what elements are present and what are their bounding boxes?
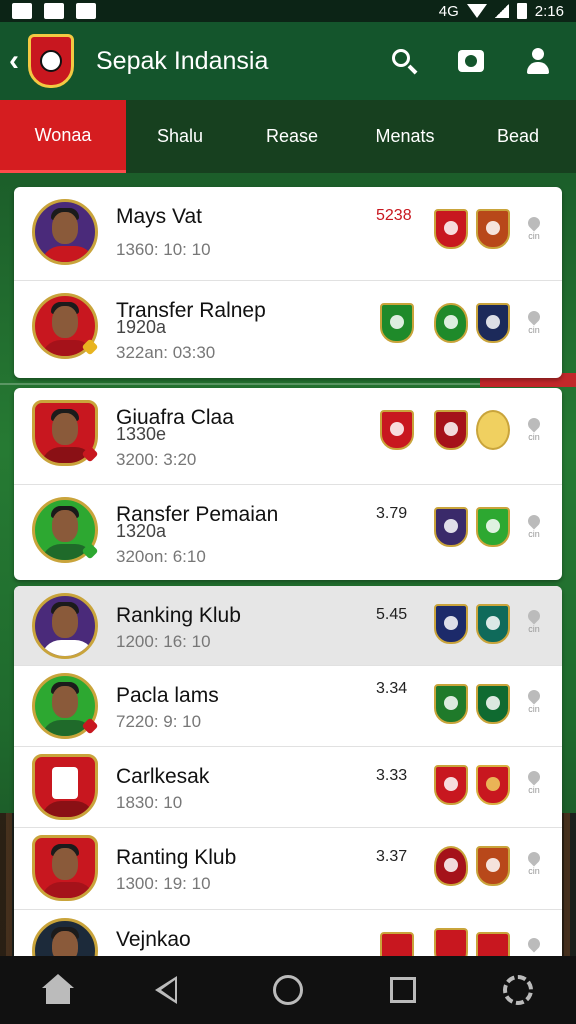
- item-time: 322an: 03:30: [116, 343, 216, 362]
- more-options-icon[interactable]: cin: [525, 512, 543, 543]
- team-crest: [434, 303, 468, 343]
- item-subtitle: 1920a: [116, 317, 167, 337]
- item-time: 3200: 3:20: [116, 450, 197, 469]
- clock: 2:16: [534, 2, 564, 20]
- more-options-icon[interactable]: cin: [525, 214, 543, 245]
- team-crest: [434, 209, 468, 249]
- battery-icon: [516, 3, 527, 19]
- player-avatar: [32, 835, 98, 901]
- team-crest: [476, 765, 510, 805]
- item-score: 3.37: [376, 848, 408, 865]
- nav-home-circle-icon[interactable]: [270, 972, 306, 1008]
- team-crest: [380, 410, 414, 450]
- player-avatar: [32, 593, 98, 659]
- list-item[interactable]: Ransfer Pemaian 1320a 320on: 6:10 3.79 c…: [14, 485, 562, 580]
- wifi-icon: [466, 4, 487, 18]
- list-item[interactable]: Ranking Klub 1200: 16: 10 5.45 cin: [14, 586, 562, 666]
- tab-rease[interactable]: Rease: [234, 100, 350, 173]
- tab-menats[interactable]: Menats: [350, 100, 460, 173]
- list-item[interactable]: Mays Vat 1360: 10: 10 5238 cin: [14, 187, 562, 281]
- item-subtitle: 1330e: [116, 424, 167, 444]
- item-time: 1300: 19: 10: [116, 874, 211, 893]
- back-arrow-icon[interactable]: ‹: [0, 44, 28, 78]
- item-time: 320on: 6:10: [116, 547, 206, 566]
- item-score: 3.33: [376, 767, 408, 784]
- list-item[interactable]: Giuafra Claa 1330e 3200: 3:20 cin: [14, 388, 562, 485]
- notification-icon: [12, 3, 32, 19]
- notification-icon: [76, 3, 96, 19]
- player-avatar: [32, 199, 98, 265]
- team-crest: [476, 209, 510, 249]
- club-logo: [28, 34, 74, 88]
- search-icon[interactable]: [390, 47, 418, 75]
- team-crest: [434, 684, 468, 724]
- item-title: Carlkesak: [116, 765, 210, 788]
- more-options-icon[interactable]: cin: [525, 849, 543, 880]
- news-card: Mays Vat 1360: 10: 10 5238 cin Transfer …: [14, 187, 562, 378]
- home-icon[interactable]: [40, 972, 76, 1008]
- page-title: Sepak Indansia: [96, 46, 269, 75]
- more-options-icon[interactable]: cin: [525, 415, 543, 446]
- team-crest: [476, 507, 510, 547]
- item-time: 1830: 10: [116, 793, 183, 812]
- tab-bead[interactable]: Bead: [460, 100, 576, 173]
- team-crest: [380, 303, 414, 343]
- more-options-icon[interactable]: cin: [525, 687, 543, 718]
- tab-wonaa[interactable]: Wonaa: [0, 100, 126, 173]
- notification-icon: [44, 3, 64, 19]
- list-item[interactable]: Carlkesak 1830: 10 3.33 cin: [14, 747, 562, 828]
- nav-back-icon[interactable]: [154, 972, 191, 1008]
- camera-icon[interactable]: [458, 50, 484, 72]
- status-bar: 4G 2:16: [0, 0, 576, 22]
- item-subtitle: 1320a: [116, 521, 167, 541]
- item-score: 3.79: [376, 505, 408, 522]
- list-item[interactable]: Transfer Ralnep 1920a 322an: 03:30 cin: [14, 281, 562, 378]
- system-navigation-bar: [0, 956, 576, 1024]
- news-card: Giuafra Claa 1330e 3200: 3:20 cin Ransfe…: [14, 388, 562, 580]
- club-avatar: [32, 754, 98, 820]
- item-time: 1360: 10: 10: [116, 240, 211, 259]
- more-options-icon[interactable]: cin: [525, 768, 543, 799]
- tab-bar: Wonaa Shalu Rease Menats Bead: [0, 100, 576, 173]
- network-label: 4G: [438, 2, 459, 20]
- item-title: Mays Vat: [116, 205, 202, 228]
- team-crest: [476, 604, 510, 644]
- list-item[interactable]: Pacla lams 7220: 9: 10 3.34 cin: [14, 666, 562, 747]
- recents-icon[interactable]: [385, 972, 421, 1008]
- item-title: Pacla lams: [116, 684, 219, 707]
- team-crest: [434, 507, 468, 547]
- more-options-icon[interactable]: cin: [525, 607, 543, 638]
- app-bar: ‹ Sepak Indansia: [0, 22, 576, 100]
- team-crest: [434, 765, 468, 805]
- item-time: 1200: 16: 10: [116, 632, 211, 651]
- news-card: Ranking Klub 1200: 16: 10 5.45 cin Pacla…: [14, 586, 562, 966]
- settings-icon[interactable]: [500, 972, 536, 1008]
- item-score: 5238: [376, 207, 412, 224]
- signal-icon: [494, 4, 509, 18]
- team-crest: [476, 410, 510, 450]
- team-crest: [434, 846, 468, 886]
- item-score: 3.34: [376, 680, 408, 697]
- team-crest: [476, 684, 510, 724]
- item-title: Ranking Klub: [116, 604, 241, 627]
- user-icon[interactable]: [524, 47, 552, 75]
- tab-shalu[interactable]: Shalu: [126, 100, 234, 173]
- team-crest: [476, 303, 510, 343]
- team-crest: [476, 846, 510, 886]
- item-score: 5.45: [376, 606, 408, 623]
- team-crest: [434, 604, 468, 644]
- item-time: 7220: 9: 10: [116, 712, 202, 731]
- item-title: Ranting Klub: [116, 846, 237, 869]
- more-options-icon[interactable]: cin: [525, 308, 543, 339]
- team-crest: [434, 410, 468, 450]
- list-item[interactable]: Ranting Klub 1300: 19: 10 3.37 cin: [14, 828, 562, 910]
- item-title: Vejnkao: [116, 928, 191, 951]
